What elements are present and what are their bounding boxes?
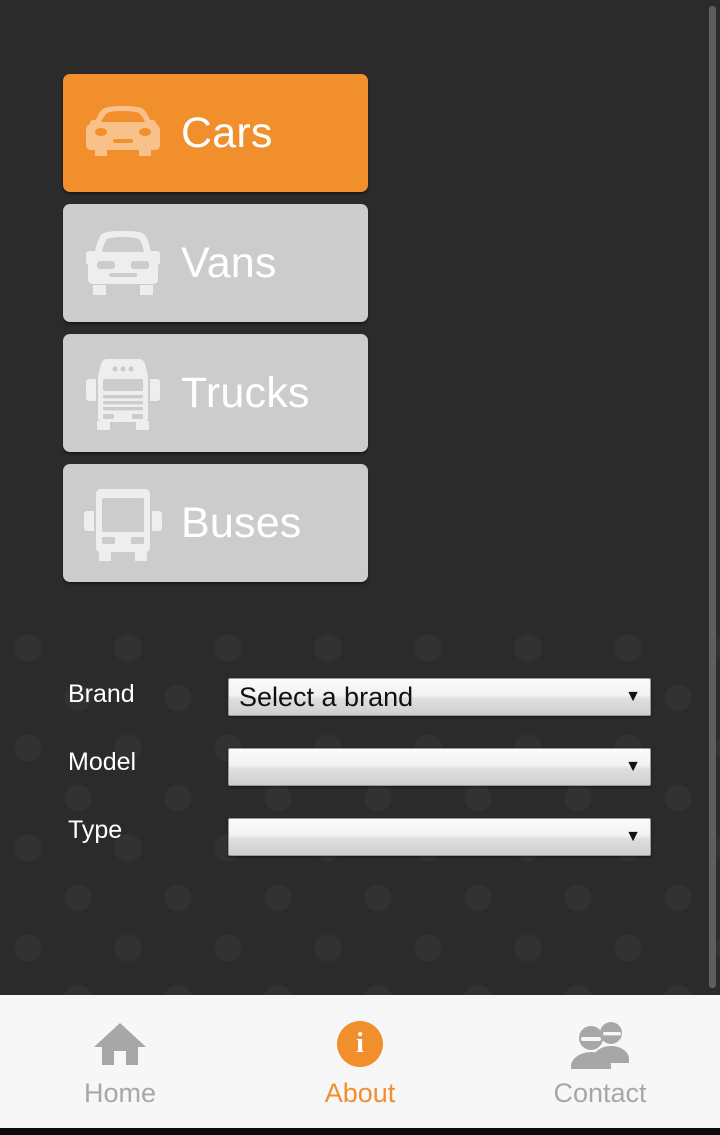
truck-icon	[73, 343, 173, 443]
bottom-navigation-bar: Home i About Contact	[0, 995, 720, 1128]
model-select[interactable]: ▼	[228, 748, 651, 786]
category-label-cars: Cars	[181, 108, 273, 157]
scrollbar-thumb[interactable]	[709, 6, 716, 988]
chevron-down-icon: ▼	[625, 828, 641, 845]
category-button-buses[interactable]: Buses	[63, 464, 368, 582]
brand-label: Brand	[68, 680, 135, 708]
form-row-model: Model ▼	[0, 728, 720, 796]
category-button-vans[interactable]: Vans	[63, 204, 368, 322]
bus-icon	[73, 473, 173, 573]
nav-item-home[interactable]: Home	[0, 995, 240, 1128]
model-label: Model	[68, 748, 137, 776]
type-select[interactable]: ▼	[228, 818, 651, 856]
info-icon-glyph: i	[337, 1021, 383, 1067]
home-icon	[92, 1016, 148, 1072]
form-row-brand: Brand Select a brand ▼	[0, 660, 720, 728]
main-content: Cars Vans Trucks Buses Brand Select a br…	[0, 0, 720, 995]
chevron-down-icon: ▼	[625, 688, 641, 705]
vehicle-filter-form: Brand Select a brand ▼ Model ▼ Type ▼	[0, 660, 720, 864]
nav-item-contact[interactable]: Contact	[480, 995, 720, 1128]
brand-select-value: Select a brand	[239, 683, 414, 711]
people-icon	[569, 1016, 631, 1072]
category-button-cars[interactable]: Cars	[63, 74, 368, 192]
chevron-down-icon: ▼	[625, 758, 641, 775]
nav-label-contact: Contact	[553, 1078, 647, 1108]
category-label-buses: Buses	[181, 498, 302, 547]
info-icon: i	[337, 1016, 383, 1072]
app-root: Cars Vans Trucks Buses Brand Select a br…	[0, 0, 720, 1135]
vehicle-category-list: Cars Vans Trucks Buses	[63, 74, 368, 594]
category-label-vans: Vans	[181, 238, 277, 287]
form-row-type: Type ▼	[0, 796, 720, 864]
category-label-trucks: Trucks	[181, 368, 310, 417]
nav-label-about: About	[324, 1078, 396, 1108]
vertical-scrollbar[interactable]	[709, 6, 716, 988]
type-label: Type	[68, 816, 123, 844]
car-icon	[73, 83, 173, 183]
brand-select[interactable]: Select a brand ▼	[228, 678, 651, 716]
bottom-system-strip	[0, 1128, 720, 1135]
nav-label-home: Home	[83, 1078, 157, 1108]
van-icon	[73, 213, 173, 313]
category-button-trucks[interactable]: Trucks	[63, 334, 368, 452]
nav-item-about[interactable]: i About	[240, 995, 480, 1128]
